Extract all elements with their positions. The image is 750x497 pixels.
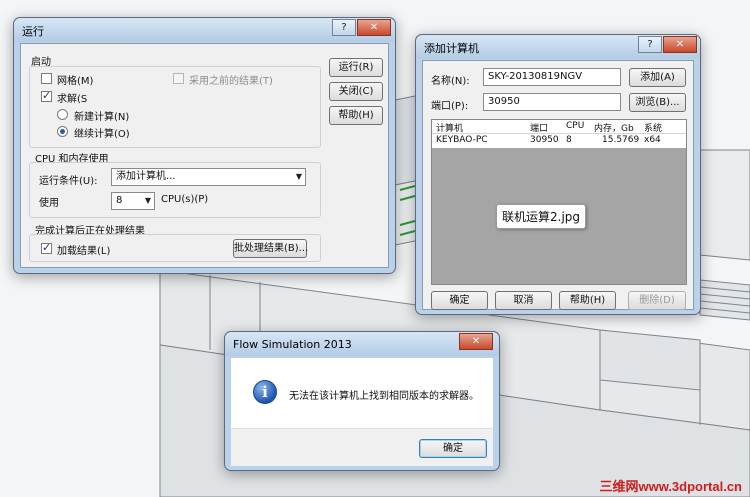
close-title-button[interactable]: ✕ bbox=[663, 36, 697, 53]
message-ok-button[interactable]: 确定 bbox=[419, 439, 487, 458]
help-title-button[interactable]: ? bbox=[638, 36, 662, 53]
help-button[interactable]: 帮助(H) bbox=[329, 106, 383, 125]
run-dialog-title: 运行 bbox=[22, 25, 44, 38]
run-dialog-client: 启动 网格(M) 采用之前的结果(T) 求解(S 新建计算(N) 继续计算(O)… bbox=[20, 43, 389, 268]
close-title-button[interactable]: ✕ bbox=[357, 19, 391, 36]
continue-calc-radio[interactable] bbox=[57, 126, 68, 137]
row-system: x64 bbox=[644, 135, 661, 145]
batch-results-button[interactable]: 批处理结果(B)... bbox=[233, 239, 308, 258]
message-box-title: Flow Simulation 2013 bbox=[233, 338, 352, 351]
use-previous-checkbox[interactable] bbox=[173, 73, 184, 84]
run-on-combo[interactable]: 添加计算机... ▼ bbox=[111, 168, 306, 186]
message-footer: 确定 bbox=[231, 428, 493, 466]
ok-button[interactable]: 确定 bbox=[431, 291, 488, 310]
table-row[interactable]: KEYBAO-PC 30950 8 15.5769 x64 bbox=[432, 134, 686, 148]
add-computer-client: 名称(N): SKY-20130819NGV 添加(A) 端口(P): 3095… bbox=[422, 60, 694, 310]
watermark: 三维网www.3dportal.cn bbox=[599, 476, 742, 495]
new-calc-radio[interactable] bbox=[57, 109, 68, 120]
chevron-down-icon: ▼ bbox=[295, 172, 302, 181]
col-computer[interactable]: 计算机 bbox=[436, 121, 463, 134]
mesh-checkbox[interactable] bbox=[41, 73, 52, 84]
row-computer: KEYBAO-PC bbox=[436, 135, 488, 145]
watermark-brand: 三维网 bbox=[599, 479, 639, 494]
computer-list[interactable]: 计算机 端口 CPU 内存，Gb 系统 KEYBAO-PC 30950 8 15… bbox=[431, 119, 687, 285]
row-cpu: 8 bbox=[566, 135, 572, 145]
port-input[interactable]: 30950 bbox=[483, 93, 621, 111]
cpu-unit-label: CPU(s)(P) bbox=[161, 194, 209, 205]
chevron-down-icon: ▼ bbox=[144, 196, 151, 205]
run-dialog-titlebar[interactable]: 运行 ? ✕ bbox=[14, 18, 395, 42]
run-dialog: 运行 ? ✕ 启动 网格(M) 采用之前的结果(T) 求解(S 新建计算(N) … bbox=[13, 17, 396, 274]
browse-button[interactable]: 浏览(B)... bbox=[629, 93, 686, 112]
list-header: 计算机 端口 CPU 内存，Gb 系统 bbox=[432, 120, 686, 134]
cpu-count-value: 8 bbox=[116, 195, 123, 206]
run-on-value: 添加计算机... bbox=[116, 171, 176, 182]
image-filename-tag: 联机运算2.jpg bbox=[496, 204, 587, 229]
message-box-titlebar[interactable]: Flow Simulation 2013 ✕ bbox=[225, 332, 499, 356]
add-button[interactable]: 添加(A) bbox=[629, 68, 686, 87]
run-button[interactable]: 运行(R) bbox=[329, 58, 383, 77]
col-system[interactable]: 系统 bbox=[644, 121, 662, 134]
message-body: i 无法在该计算机上找到相同版本的求解器。 bbox=[231, 358, 493, 428]
row-port: 30950 bbox=[530, 135, 559, 145]
info-icon: i bbox=[253, 380, 277, 404]
watermark-url: www.3dportal.cn bbox=[638, 479, 742, 494]
load-results-label: 加载结果(L) bbox=[57, 246, 111, 257]
help-title-button[interactable]: ? bbox=[332, 19, 356, 36]
help-button[interactable]: 帮助(H) bbox=[559, 291, 616, 310]
new-calc-label: 新建计算(N) bbox=[74, 112, 130, 123]
continue-calc-label: 继续计算(O) bbox=[74, 129, 130, 140]
port-label: 端口(P): bbox=[431, 101, 469, 112]
name-label: 名称(N): bbox=[431, 76, 470, 87]
run-on-label: 运行条件(U): bbox=[39, 176, 98, 187]
col-cpu[interactable]: CPU bbox=[566, 121, 584, 131]
message-text: 无法在该计算机上找到相同版本的求解器。 bbox=[289, 391, 479, 402]
close-title-button[interactable]: ✕ bbox=[459, 333, 493, 350]
name-input[interactable]: SKY-20130819NGV bbox=[483, 68, 621, 86]
mesh-label: 网格(M) bbox=[57, 76, 94, 87]
add-computer-title: 添加计算机 bbox=[424, 42, 479, 55]
solve-label: 求解(S bbox=[57, 94, 88, 105]
add-computer-dialog: 添加计算机 ? ✕ 名称(N): SKY-20130819NGV 添加(A) 端… bbox=[415, 34, 701, 315]
row-memory: 15.5769 bbox=[602, 135, 640, 145]
add-computer-titlebar[interactable]: 添加计算机 ? ✕ bbox=[416, 35, 700, 59]
delete-button[interactable]: 删除(D) bbox=[628, 291, 686, 310]
message-box: Flow Simulation 2013 ✕ i 无法在该计算机上找到相同版本的… bbox=[224, 331, 500, 471]
close-button[interactable]: 关闭(C) bbox=[329, 82, 383, 101]
load-results-checkbox[interactable] bbox=[41, 241, 52, 254]
solve-checkbox[interactable] bbox=[41, 89, 52, 102]
use-previous-label: 采用之前的结果(T) bbox=[189, 76, 273, 87]
use-label: 使用 bbox=[39, 198, 59, 209]
cancel-button[interactable]: 取消 bbox=[495, 291, 552, 310]
cpu-count-combo[interactable]: 8 ▼ bbox=[111, 192, 155, 210]
col-memory[interactable]: 内存，Gb bbox=[594, 121, 634, 134]
col-port[interactable]: 端口 bbox=[530, 121, 548, 134]
